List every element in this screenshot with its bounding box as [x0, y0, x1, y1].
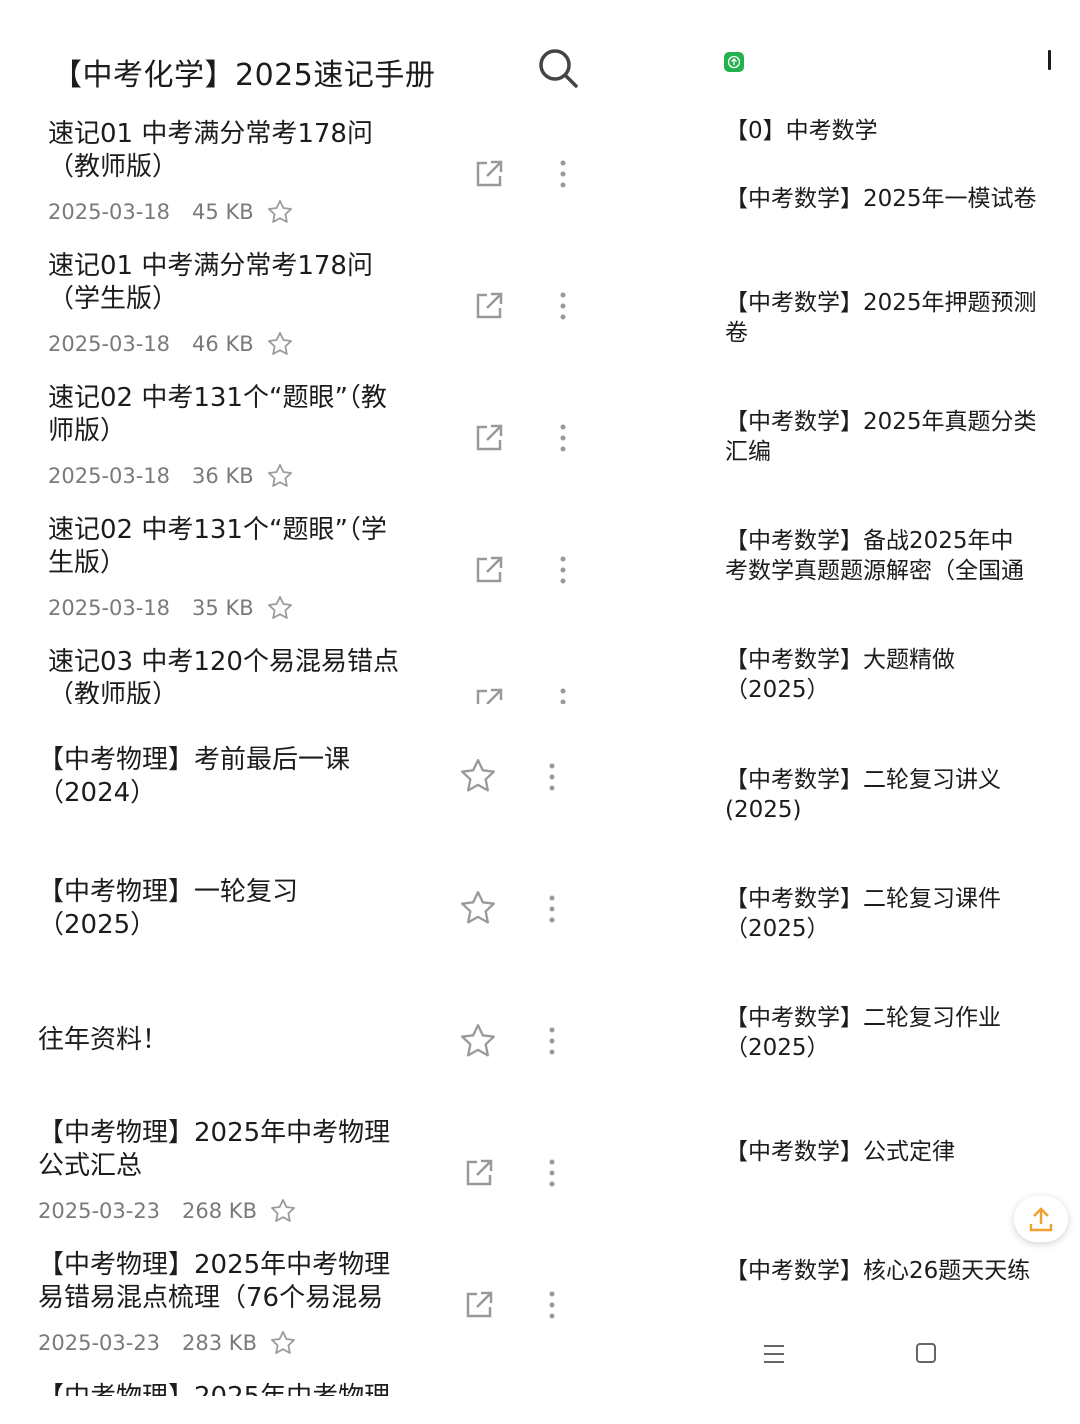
file-size: 36 KB	[192, 464, 254, 488]
file-size: 45 KB	[192, 200, 254, 224]
app-notification-icon	[724, 52, 744, 72]
star-icon[interactable]	[269, 1329, 297, 1357]
open-external-icon[interactable]	[473, 158, 505, 190]
folder-item[interactable]: 【中考数学】二轮复习课件 （2025）	[725, 884, 1080, 944]
file-size: 35 KB	[192, 596, 254, 620]
folder-item[interactable]: 【中考数学】核心26题天天练	[725, 1256, 1080, 1286]
more-options-icon[interactable]	[548, 1290, 556, 1320]
file-item[interactable]: 【中考物理】2025年中考物理	[0, 1381, 600, 1396]
more-options-icon[interactable]	[548, 1158, 556, 1188]
file-meta: 2025-03-23 268 KB	[38, 1197, 297, 1225]
status-indicator	[1048, 50, 1051, 70]
folder-item[interactable]: 【中考物理】一轮复习 （2025）	[0, 876, 600, 946]
search-icon[interactable]	[536, 46, 580, 90]
file-name: 速记02 中考131个“题眼”（学 生版）	[48, 515, 387, 578]
file-name: 速记02 中考131个“题眼”（教 师版）	[48, 383, 387, 446]
folder-item[interactable]: 往年资料！	[0, 1024, 600, 1064]
file-item[interactable]: 速记02 中考131个“题眼”（教 师版） 2025-03-18 36 KB	[0, 382, 600, 494]
file-name: 速记01 中考满分常考178问 （教师版）	[48, 119, 373, 182]
file-item[interactable]: 速记01 中考满分常考178问 （教师版） 2025-03-18 45 KB	[0, 118, 600, 230]
menu-icon[interactable]	[762, 1342, 786, 1366]
file-item[interactable]: 【中考物理】2025年中考物理 公式汇总 2025-03-23 268 KB	[0, 1117, 600, 1229]
file-name: 【中考物理】2025年中考物理	[38, 1381, 390, 1396]
more-options-icon[interactable]	[548, 762, 556, 792]
file-date: 2025-03-18	[48, 464, 171, 488]
file-meta: 2025-03-23 283 KB	[38, 1329, 297, 1357]
file-item[interactable]: 速记03 中考120个易混易错点 （教师版）	[0, 646, 600, 704]
upload-button[interactable]	[1014, 1196, 1068, 1242]
open-external-icon[interactable]	[473, 686, 505, 704]
upload-icon	[1029, 1207, 1053, 1232]
file-meta: 2025-03-18 45 KB	[48, 198, 294, 226]
star-icon[interactable]	[266, 594, 294, 622]
open-external-icon[interactable]	[463, 1157, 495, 1189]
file-date: 2025-03-18	[48, 200, 171, 224]
folder-title: 【中考化学】2025速记手册	[52, 58, 436, 93]
file-name: 【中考物理】2025年中考物理 公式汇总	[38, 1118, 391, 1181]
folder-item[interactable]: 【中考数学】2025年押题预测卷	[725, 288, 1080, 348]
home-icon[interactable]	[916, 1343, 936, 1363]
folder-item[interactable]: 【中考数学】备战2025年中 考数学真题题源解密（全国通	[725, 526, 1080, 586]
file-size: 46 KB	[192, 332, 254, 356]
file-meta: 2025-03-18 46 KB	[48, 330, 294, 358]
star-icon[interactable]	[458, 756, 498, 796]
more-options-icon[interactable]	[559, 687, 567, 704]
file-name: 速记03 中考120个易混易错点 （教师版）	[48, 647, 399, 704]
file-name: 速记01 中考满分常考178问 （学生版）	[48, 251, 373, 314]
folder-item[interactable]: 【中考物理】考前最后一课 （2024）	[0, 744, 600, 814]
right-panel: 【0】中考数学 【中考数学】2025年一模试卷 【中考数学】2025年押题预测卷…	[700, 0, 1080, 1424]
file-meta: 2025-03-18 36 KB	[48, 462, 294, 490]
file-date: 2025-03-18	[48, 596, 171, 620]
file-date: 2025-03-23	[38, 1331, 161, 1355]
more-options-icon[interactable]	[559, 159, 567, 189]
file-date: 2025-03-23	[38, 1199, 161, 1223]
more-options-icon[interactable]	[559, 555, 567, 585]
file-name: 【中考物理】2025年中考物理 易错易混点梳理（76个易混易	[38, 1250, 391, 1313]
file-item[interactable]: 速记01 中考满分常考178问 （学生版） 2025-03-18 46 KB	[0, 250, 600, 362]
more-options-icon[interactable]	[548, 1026, 556, 1056]
folder-item[interactable]: 【中考数学】2025年一模试卷	[725, 184, 1080, 214]
file-date: 2025-03-18	[48, 332, 171, 356]
more-options-icon[interactable]	[559, 291, 567, 321]
file-size: 268 KB	[182, 1199, 257, 1223]
folder-name: 【中考物理】考前最后一课 （2024）	[38, 745, 351, 808]
open-external-icon[interactable]	[473, 290, 505, 322]
file-size: 283 KB	[182, 1331, 257, 1355]
more-options-icon[interactable]	[559, 423, 567, 453]
folder-item[interactable]: 【中考数学】公式定律	[725, 1137, 1080, 1167]
folder-name: 往年资料！	[38, 1025, 169, 1055]
open-external-icon[interactable]	[473, 554, 505, 586]
file-meta: 2025-03-18 35 KB	[48, 594, 294, 622]
folder-item[interactable]: 【0】中考数学	[725, 116, 1080, 146]
star-icon[interactable]	[266, 198, 294, 226]
more-options-icon[interactable]	[548, 894, 556, 924]
folder-item[interactable]: 【中考数学】2025年真题分类 汇编	[725, 407, 1080, 467]
star-icon[interactable]	[266, 330, 294, 358]
star-icon[interactable]	[269, 1197, 297, 1225]
open-external-icon[interactable]	[463, 1289, 495, 1321]
folder-item[interactable]: 【中考数学】二轮复习讲义 (2025)	[725, 765, 1080, 825]
folder-item[interactable]: 【中考数学】二轮复习作业 （2025）	[725, 1003, 1080, 1063]
left-panel: 【中考化学】2025速记手册 速记01 中考满分常考178问 （教师版） 2025…	[0, 0, 600, 1396]
folder-item[interactable]: 【中考数学】大题精做 （2025）	[725, 645, 1080, 705]
open-external-icon[interactable]	[473, 422, 505, 454]
folder-name: 【中考物理】一轮复习 （2025）	[38, 877, 299, 940]
star-icon[interactable]	[266, 462, 294, 490]
star-icon[interactable]	[458, 1021, 498, 1061]
file-item[interactable]: 【中考物理】2025年中考物理 易错易混点梳理（76个易混易 2025-03-23…	[0, 1249, 600, 1361]
file-item[interactable]: 速记02 中考131个“题眼”（学 生版） 2025-03-18 35 KB	[0, 514, 600, 626]
star-icon[interactable]	[458, 888, 498, 928]
